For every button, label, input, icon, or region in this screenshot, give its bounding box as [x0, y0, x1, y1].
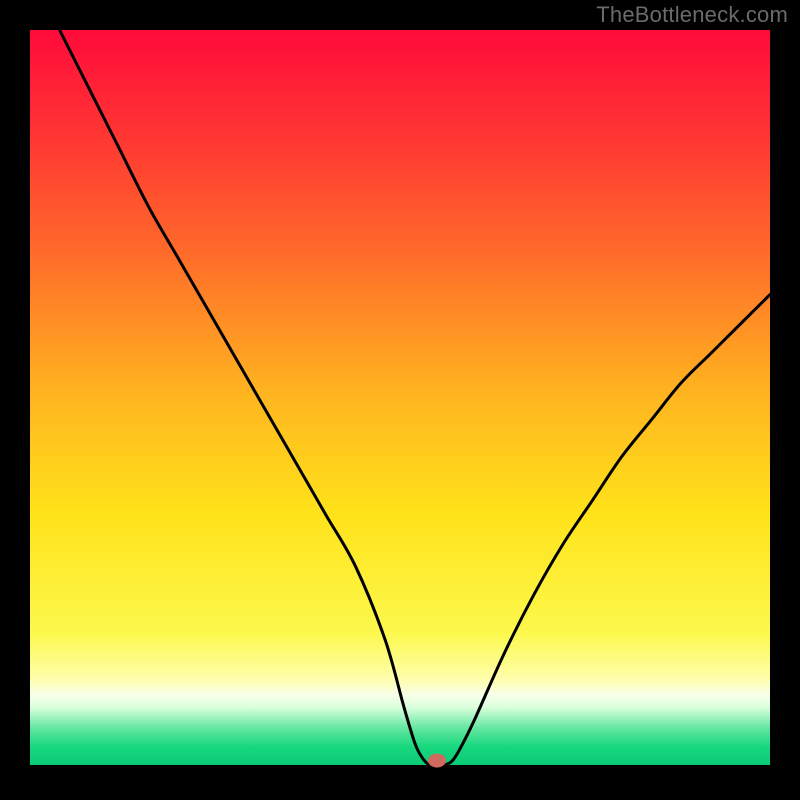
chart-stage: TheBottleneck.com	[0, 0, 800, 800]
chart-gradient-bg	[30, 30, 770, 765]
bottleneck-marker	[428, 754, 446, 768]
bottleneck-chart	[0, 0, 800, 800]
watermark-text: TheBottleneck.com	[596, 2, 788, 28]
